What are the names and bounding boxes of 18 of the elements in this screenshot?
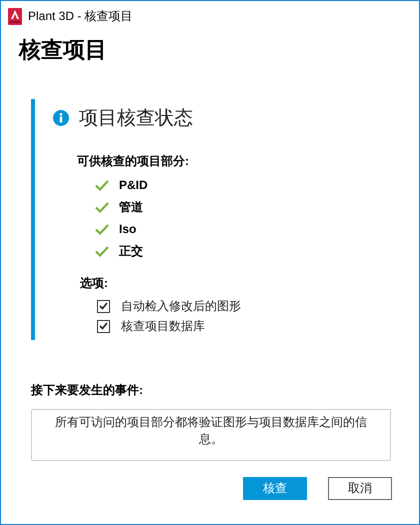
project-part: 管道 xyxy=(119,198,143,216)
checkbox[interactable] xyxy=(97,320,110,332)
project-part: P&ID xyxy=(119,178,148,192)
project-part: Iso xyxy=(119,222,136,236)
window-title: Plant 3D - 核查项目 xyxy=(28,8,133,24)
info-icon xyxy=(53,110,69,126)
next-label: 接下来要发生的事件: xyxy=(31,382,144,399)
cancel-button[interactable]: 取消 xyxy=(328,477,392,500)
option-label: 核查项目数据库 xyxy=(121,318,205,334)
checkbox[interactable] xyxy=(97,300,110,312)
page-heading: 核查项目 xyxy=(19,36,108,64)
options-label: 选项: xyxy=(80,275,109,292)
info-text: 所有可访问的项目部分都将验证图形与项目数据库之间的信息。 xyxy=(54,414,368,448)
option-label: 自动检入修改后的图形 xyxy=(121,298,241,314)
app-logo-icon xyxy=(8,8,22,24)
parts-label: 可供核查的项目部分: xyxy=(77,153,190,170)
project-part: 正交 xyxy=(119,242,143,260)
status-title: 项目核查状态 xyxy=(79,107,193,131)
